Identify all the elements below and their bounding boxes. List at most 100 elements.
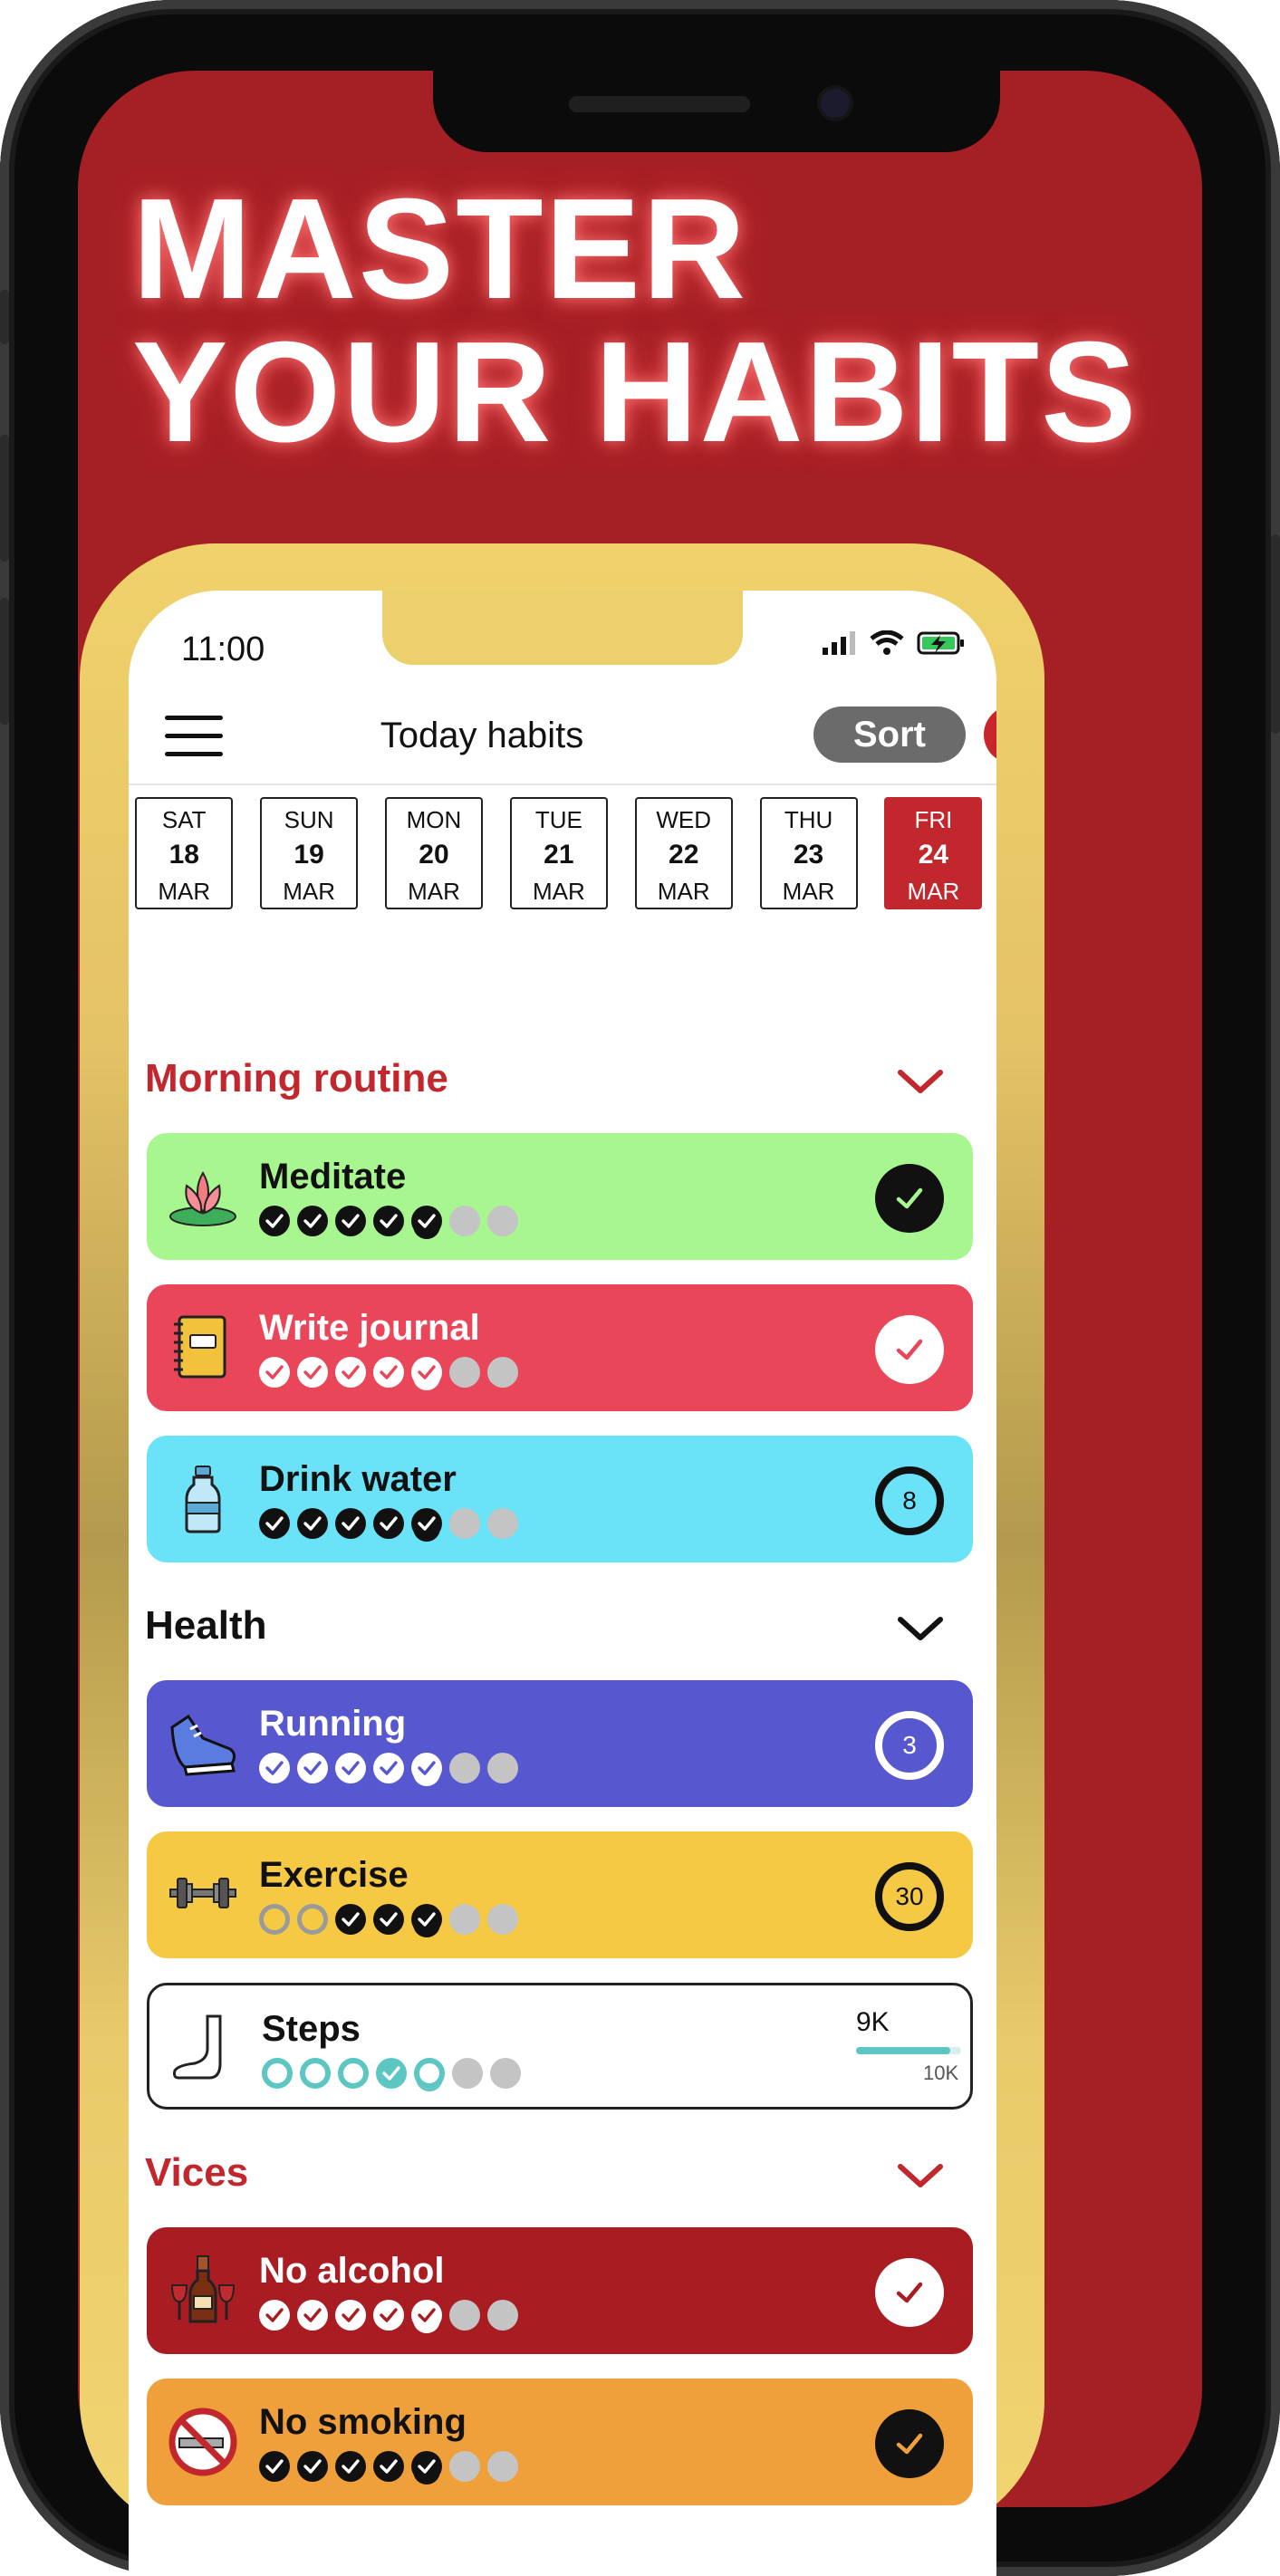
date-month: MAR	[907, 878, 960, 905]
day-check-dot	[259, 1904, 290, 1935]
promo-headline: MASTER YOUR HABITS	[132, 178, 1139, 464]
inner-notch	[382, 591, 743, 665]
day-check-dot	[297, 1904, 328, 1935]
day-check-dot	[373, 2451, 404, 2482]
habit-card-running[interactable]: Running 3	[147, 1680, 973, 1807]
day-check-dot	[300, 2058, 331, 2089]
side-button	[1271, 534, 1280, 734]
status-icons	[821, 630, 966, 656]
chevron-down-icon[interactable]	[897, 2163, 944, 2190]
app-store-screenshot: { "headline": {"line1": "MASTER", "line2…	[0, 0, 1280, 2576]
day-check-dot	[297, 1357, 328, 1388]
header-divider	[129, 783, 996, 785]
day-check-dot	[297, 2451, 328, 2482]
day-check-dot	[335, 2300, 366, 2331]
day-check-dot	[373, 2300, 404, 2331]
week-progress-dots	[259, 1753, 518, 1783]
section-title-health: Health	[145, 1603, 267, 1648]
habit-card-no-smoking[interactable]: No smoking	[147, 2379, 973, 2505]
day-check-dot	[376, 2058, 407, 2089]
day-check-dot	[338, 2058, 369, 2089]
date-weekday: TUE	[534, 806, 582, 833]
steps-progress-fill	[856, 2047, 951, 2054]
week-progress-dots	[259, 2300, 518, 2331]
count-counter[interactable]: 3	[875, 1711, 944, 1780]
day-empty-dot	[449, 1206, 480, 1236]
wine-bottle-icon	[167, 2254, 239, 2327]
complete-toggle[interactable]	[875, 2258, 944, 2327]
chevron-down-icon[interactable]	[897, 1616, 944, 1643]
day-check-dot	[373, 1508, 404, 1539]
complete-toggle[interactable]	[875, 2409, 944, 2478]
day-empty-dot	[449, 1508, 480, 1539]
habit-name: Exercise	[259, 1855, 409, 1895]
device-notch	[433, 71, 1000, 152]
habit-name: Running	[259, 1704, 407, 1744]
date-day: 21	[544, 840, 574, 870]
day-check-dot	[373, 1904, 404, 1935]
date-weekday: THU	[784, 806, 833, 833]
date-month: MAR	[158, 878, 211, 905]
date-chip-fri[interactable]: FRI 24 MAR	[884, 797, 983, 909]
week-progress-dots	[262, 2058, 521, 2089]
complete-toggle[interactable]	[875, 1164, 944, 1233]
date-chip-mon[interactable]: MON 20 MAR	[384, 797, 483, 909]
date-chip-sat[interactable]: SAT 18 MAR	[135, 797, 234, 909]
day-check-dot	[297, 2300, 328, 2331]
date-day: 23	[793, 840, 824, 870]
day-check-dot	[259, 2300, 290, 2331]
sort-button[interactable]: Sort	[813, 706, 966, 763]
date-weekday: FRI	[914, 806, 953, 833]
section-title-vices: Vices	[145, 2150, 249, 2195]
habit-name: Meditate	[259, 1157, 407, 1197]
date-day: 20	[419, 840, 449, 870]
hamburger-menu-icon[interactable]	[165, 716, 223, 757]
journal-icon	[167, 1312, 239, 1384]
habit-card-steps[interactable]: Steps 9K 10K	[147, 1983, 973, 2110]
complete-toggle[interactable]	[875, 1315, 944, 1384]
habit-card-drink-water[interactable]: Drink water 8	[147, 1436, 973, 1562]
day-check-dot	[414, 2058, 445, 2089]
day-check-dot	[335, 2451, 366, 2482]
mute-switch	[0, 290, 9, 344]
week-progress-dots	[259, 1508, 518, 1539]
habit-app-screen: 11:00 Today habits Sort SAT 18 MAR SUN 19 MAR…	[129, 591, 996, 2576]
day-check-dot	[411, 1508, 442, 1539]
day-empty-dot	[490, 2058, 521, 2089]
count-counter[interactable]: 8	[875, 1466, 944, 1535]
front-camera	[821, 89, 850, 118]
date-chip-tue[interactable]: TUE 21 MAR	[509, 797, 608, 909]
steps-value: 9K	[856, 2007, 890, 2037]
habit-card-no-alcohol[interactable]: No alcohol	[147, 2227, 973, 2354]
week-progress-dots	[259, 1357, 518, 1388]
running-shoe-icon	[167, 1707, 239, 1780]
day-empty-dot	[449, 1753, 480, 1783]
section-title-morning-routine: Morning routine	[145, 1056, 448, 1101]
signal-icon	[823, 631, 855, 655]
date-chip-sun[interactable]: SUN 19 MAR	[260, 797, 359, 909]
check-icon	[896, 1187, 923, 1209]
no-smoking-icon	[167, 2406, 239, 2478]
chevron-down-icon[interactable]	[897, 1069, 944, 1096]
count-counter[interactable]: 30	[875, 1862, 944, 1931]
habit-card-exercise[interactable]: Exercise 30	[147, 1831, 973, 1958]
page-title: Today habits	[380, 716, 584, 755]
date-month: MAR	[283, 878, 335, 905]
date-month: MAR	[532, 878, 585, 905]
week-progress-dots	[259, 2451, 518, 2482]
date-chip-thu[interactable]: THU 23 MAR	[759, 797, 858, 909]
add-habit-button[interactable]	[984, 706, 996, 764]
date-day: 24	[918, 840, 949, 870]
day-check-dot	[411, 1357, 442, 1388]
date-day: 22	[669, 840, 699, 870]
habit-card-meditate[interactable]: Meditate	[147, 1133, 973, 1260]
day-check-dot	[373, 1357, 404, 1388]
habit-name: No alcohol	[259, 2251, 445, 2291]
counter-value: 30	[895, 1882, 924, 1910]
battery-charging-icon	[917, 631, 964, 655]
check-icon	[896, 2433, 923, 2455]
date-chip-wed[interactable]: WED 22 MAR	[634, 797, 733, 909]
habit-card-write-journal[interactable]: Write journal	[147, 1284, 973, 1411]
day-empty-dot	[487, 1753, 518, 1783]
habit-name: Drink water	[259, 1459, 457, 1499]
